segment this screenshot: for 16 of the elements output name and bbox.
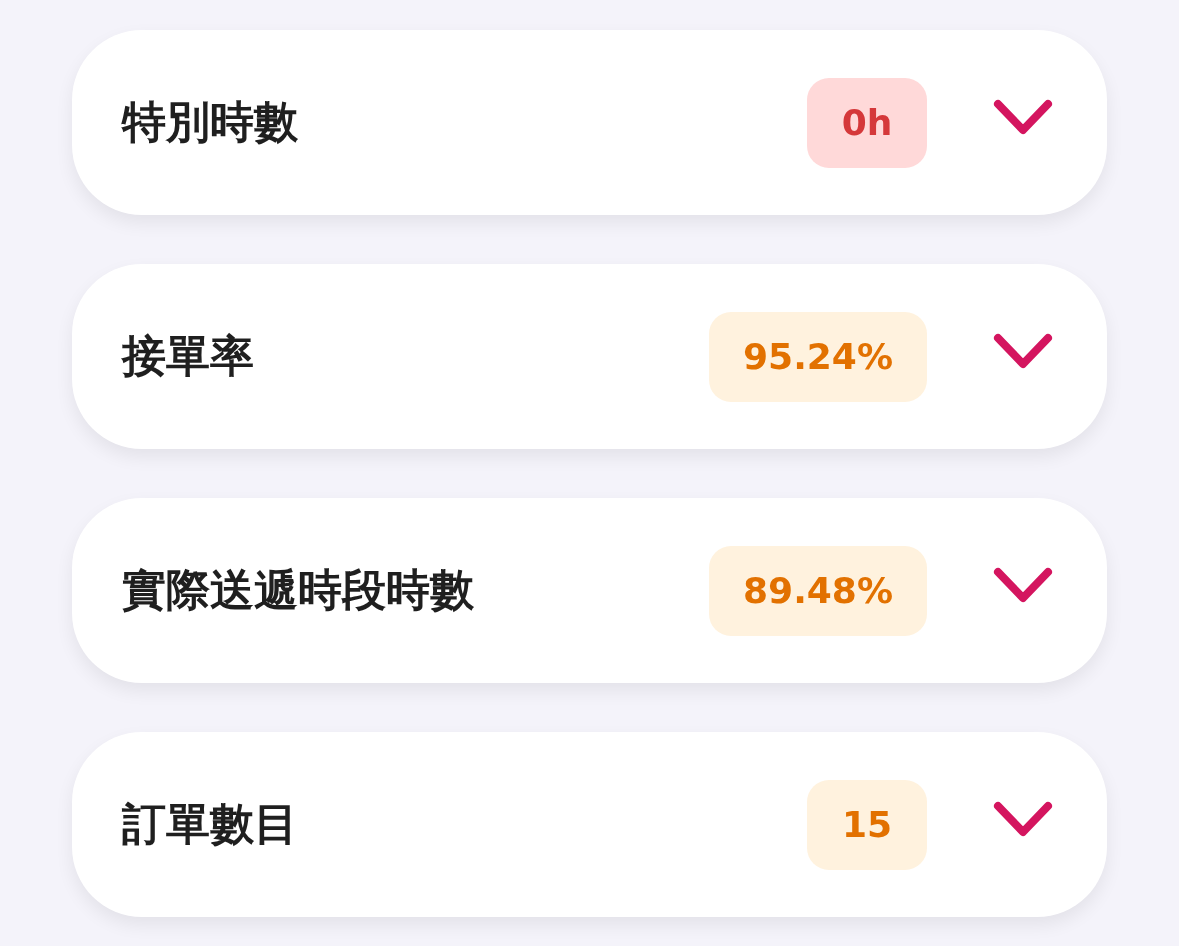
value-badge: 95.24% [709, 311, 927, 402]
metric-label: 特別時數 [122, 95, 299, 149]
value-badge: 15 [807, 779, 927, 870]
chevron-icon[interactable] [993, 332, 1053, 369]
value-badge: 89.48% [709, 545, 927, 636]
accordion-card[interactable]: 接單率 95.24% [72, 264, 1107, 449]
chevron-icon[interactable] [993, 800, 1053, 837]
accordion-card[interactable]: 訂單數目 15 [72, 732, 1107, 917]
value-badge: 0h [807, 77, 927, 168]
metric-label: 實際送遞時段時數 [122, 563, 475, 617]
metric-label: 接單率 [122, 329, 255, 383]
chevron-icon[interactable] [993, 98, 1053, 135]
chevron-icon[interactable] [993, 566, 1053, 603]
metric-label: 訂單數目 [122, 797, 299, 851]
accordion-card[interactable]: 特別時數 0h [72, 30, 1107, 215]
accordion-card[interactable]: 實際送遞時段時數 89.48% [72, 498, 1107, 683]
